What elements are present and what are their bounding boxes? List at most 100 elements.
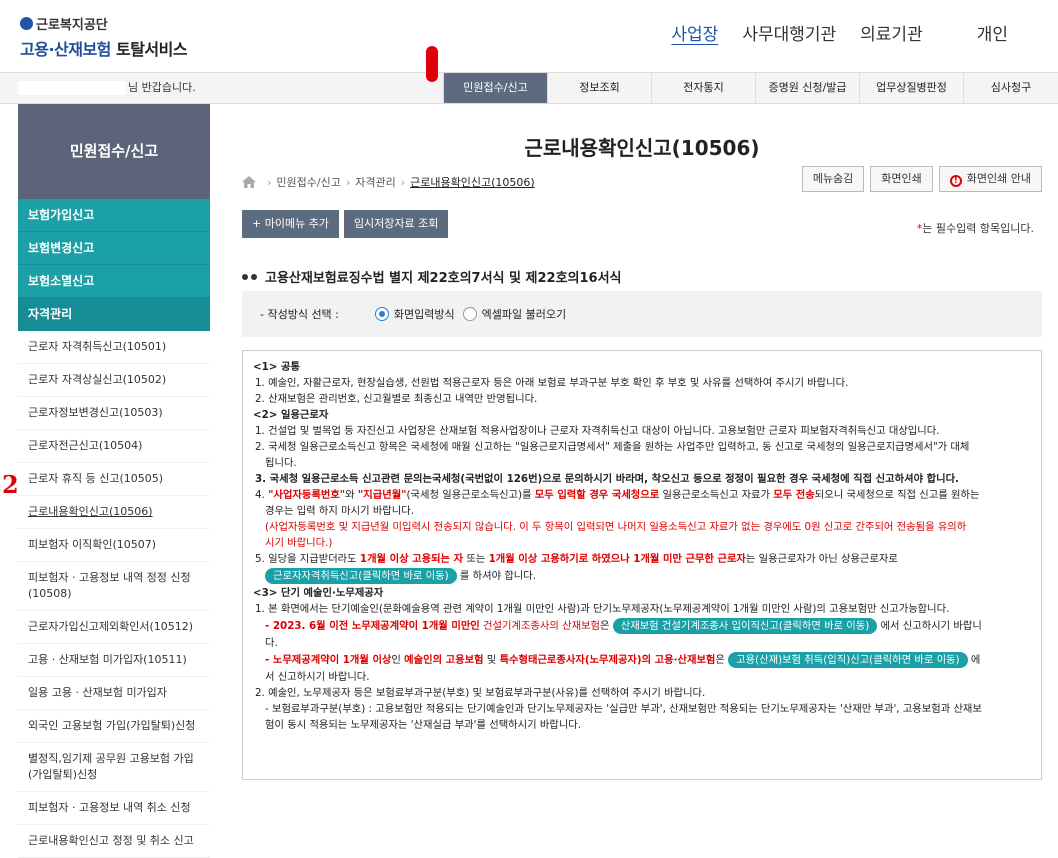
notice-line: 5. 일당을 지급받더라도 1개월 이상 고용되는 자 또는 1개월 이상 고용… [255, 553, 898, 565]
sidebar-subitem[interactable]: 피보험자 · 고용정보 내역 취소 신청 [18, 792, 210, 825]
notice-line: (사업자등록번호 및 지급년월 미입력시 전송되지 않습니다. 이 두 항목이 … [265, 521, 967, 533]
radio-screen-input-label[interactable]: 화면입력방식 [394, 306, 455, 322]
notice-line: 됩니다. [265, 457, 297, 469]
notice-line: 2. 국세청 일용근로소득신고 항목은 국세청에 매월 신고하는 "일용근로지급… [255, 441, 970, 453]
sidebar-subitem[interactable]: 근로자 자격취득신고(10501) [18, 331, 210, 364]
notice-line: 1. 예술인, 자활근로자, 현장실습생, 선원법 적용근로자 등은 아래 보험… [255, 377, 849, 389]
page-title: 근로내용확인신고(10506) [524, 136, 760, 160]
global-nav: 민원접수/신고 정보조회 전자통지 증명원 신청/발급 업무상질병판정 심사청구 [443, 73, 1058, 103]
notice-line: - 노무제공계약이 1개월 이상인 예술인의 고용보험 및 특수형태근로종사자(… [265, 652, 981, 668]
tab-personal[interactable]: 개인 [965, 20, 1020, 45]
notice-line: 서 신고하시기 바랍니다. [265, 671, 370, 683]
print-guide-button[interactable]: ! 화면인쇄 안내 [938, 166, 1042, 192]
sidebar-subitem[interactable]: 근로자전근신고(10504) [18, 430, 210, 463]
welcome-label: 님 반갑습니다. [128, 81, 196, 94]
notice-line: - 2023. 6월 이전 노무제공계약이 1개월 미만인 건설기계조종사의 산… [265, 618, 982, 634]
notice-line: 1. 건설업 및 벌목업 등 자진신고 사업장은 산재보험 적용사업장이나 근로… [255, 425, 940, 437]
sidebar-subitem[interactable]: 근로자정보변경신고(10503) [18, 397, 210, 430]
notice-line: 경우는 입력 하지 마시기 바랍니다. [265, 505, 414, 517]
tab-agency[interactable]: 사무대행기관 [730, 20, 848, 45]
notice-section-title: <1> 공통 [253, 361, 300, 373]
header: 근로복지공단 고용·산재보험 토탈서비스 사업장 사무대행기관 의료기관 개인 [0, 0, 1058, 72]
link-qualification-acquire[interactable]: 근로자자격취득신고(클릭하면 바로 이동) [265, 568, 457, 584]
notice-section-title: <3> 단기 예술인·노무제공자 [253, 587, 384, 599]
tab-business[interactable]: 사업장 [659, 20, 730, 45]
form-title-text: 고용산재보험료징수법 별지 제22호의7서식 및 제22호의16서식 [265, 271, 622, 286]
print-guide-label: 화면인쇄 안내 [966, 172, 1031, 185]
main-content: 근로내용확인신고(10506) › 민원접수/신고 › 자격관리 › 근로내용확… [242, 104, 1042, 780]
radio-excel-import-label[interactable]: 엑셀파일 불러오기 [482, 306, 566, 322]
sidebar: 민원접수/신고 보험가입신고 보험변경신고 보험소멸신고 자격관리 근로자 자격… [18, 104, 210, 858]
sidebar-subitem[interactable]: 근로자가입신고제외확인서(10512) [18, 611, 210, 644]
radio-excel-import[interactable] [462, 307, 477, 321]
action-buttons: + 마이메뉴 추가 임시저장자료 조회 [242, 210, 449, 238]
sidebar-item-qualification[interactable]: 자격관리 [18, 298, 210, 331]
breadcrumb-separator: › [267, 175, 272, 189]
notice-section-title: <2> 일용근로자 [253, 409, 329, 421]
gnb-item-certificate[interactable]: 증명원 신청/발급 [755, 73, 859, 103]
logo-mark-icon [20, 17, 33, 30]
breadcrumb: › 민원접수/신고 › 자격관리 › 근로내용확인신고(10506) [242, 174, 535, 190]
notice-line: 1. 본 화면에서는 단기예술인(문화예술용역 관련 계약이 1개월 미만인 사… [255, 603, 950, 615]
breadcrumb-item[interactable]: 민원접수/신고 [276, 174, 340, 190]
tab-medical[interactable]: 의료기관 [848, 20, 935, 45]
breadcrumb-separator: › [345, 175, 351, 189]
sidebar-subitem[interactable]: 일용 고용 · 산재보험 미가입자 [18, 677, 210, 710]
notice-line: 4. "사업자등록번호"와 "지급년월"(국세청 일용근로소득신고)를 모두 입… [255, 489, 980, 501]
gnb-item-disease[interactable]: 업무상질병판정 [859, 73, 963, 103]
sidebar-subitem[interactable]: 피보험자 · 고용정보 내역 정정 신청(10508) [18, 562, 210, 611]
bullet-icon [251, 273, 257, 280]
gnb-item-complaint[interactable]: 민원접수/신고 [443, 73, 547, 103]
sidebar-subitem[interactable]: 외국인 고용보험 가입(가입탈퇴)신청 [18, 710, 210, 743]
notice-box: <1> 공통 1. 예술인, 자활근로자, 현장실습생, 선원법 적용근로자 등… [242, 350, 1042, 780]
sidebar-subitem[interactable]: 근로자 자격상실신고(10502) [18, 364, 210, 397]
sidebar-subitem[interactable]: 피보험자 이직확인(10507) [18, 529, 210, 562]
link-construction-machine[interactable]: 산재보험 건설기계조종사 입이직신고(클릭하면 바로 이동) [612, 618, 878, 634]
notice-line: 2. 예술인, 노무제공자 등은 보험료부과구분(부호) 및 보험료부과구분(사… [255, 687, 706, 699]
sidebar-item-insurance-end[interactable]: 보험소멸신고 [18, 265, 210, 298]
gnb-item-notice[interactable]: 전자통지 [651, 73, 755, 103]
notice-line: 다. [265, 637, 278, 649]
hide-menu-button[interactable]: 메뉴숨김 [801, 166, 865, 192]
sidebar-subitem[interactable]: 근로자 휴직 등 신고(10505) [18, 463, 210, 496]
home-icon[interactable] [242, 176, 256, 188]
notice-line: 3. 국세청 일용근로소득 신고관련 문의는국세청(국번없이 126번)으로 문… [255, 473, 959, 485]
link-insurance-acquire[interactable]: 고용(산재)보험 취득(입직)신고(클릭하면 바로 이동) [728, 652, 968, 668]
logo[interactable]: 근로복지공단 고용·산재보험 토탈서비스 [20, 14, 188, 60]
sidebar-item-insurance-change[interactable]: 보험변경신고 [18, 232, 210, 265]
top-nav-bar: 님 반갑습니다. 민원접수/신고 정보조회 전자통지 증명원 신청/발급 업무상… [0, 72, 1058, 104]
welcome-text: 님 반갑습니다. [18, 73, 196, 103]
temp-save-lookup-button[interactable]: 임시저장자료 조회 [343, 210, 449, 238]
breadcrumb-separator: › [400, 175, 406, 189]
form-title: 고용산재보험료징수법 별지 제22호의7서식 및 제22호의16서식 [242, 267, 622, 286]
radio-screen-input[interactable] [374, 307, 389, 321]
user-type-tabs: 사업장 사무대행기관 의료기관 개인 [659, 20, 1058, 45]
notice-line: 근로자자격취득신고(클릭하면 바로 이동) 를 하셔야 합니다. [253, 567, 1031, 585]
gnb-item-info[interactable]: 정보조회 [547, 73, 651, 103]
gnb-item-review[interactable]: 심사청구 [963, 73, 1058, 103]
redacted-name [18, 81, 126, 95]
sidebar-sublist: 근로자 자격취득신고(10501) 근로자 자격상실신고(10502) 근로자정… [18, 331, 210, 858]
notice-line: 시기 바랍니다.) [265, 537, 333, 549]
notice-line: 2. 산재보험은 관리번호, 신고월별로 최종신고 내역만 반영됩니다. [255, 393, 538, 405]
sidebar-title: 민원접수/신고 [18, 104, 210, 199]
notice-line: 험이 동시 적용되는 노무제공자는 '산재실급 부과'를 선택하시기 바랍니다. [265, 719, 582, 731]
notice-line: - 보험료부과구분(부호) : 고용보험만 적용되는 단기예술인과 단기노무제공… [265, 703, 982, 715]
logo-service-a: 고용·산재보험 [20, 40, 116, 59]
page-tools: 메뉴숨김 화면인쇄 ! 화면인쇄 안내 [801, 166, 1042, 192]
method-label: - 작성방식 선택 : [260, 308, 339, 321]
add-my-menu-button[interactable]: + 마이메뉴 추가 [242, 210, 339, 238]
required-note: *는 필수입력 항목입니다. [917, 220, 1034, 236]
input-method-selector: - 작성방식 선택 : 화면입력방식 엑셀파일 불러오기 [242, 291, 1042, 337]
bullet-icon [242, 273, 248, 280]
breadcrumb-current[interactable]: 근로내용확인신고(10506) [410, 174, 535, 190]
red-annotation-mark [426, 46, 438, 82]
print-button[interactable]: 화면인쇄 [870, 166, 933, 192]
sidebar-subitem[interactable]: 고용 · 산재보험 미가입자(10511) [18, 644, 210, 677]
required-note-text: 는 필수입력 항목입니다. [922, 222, 1034, 235]
sidebar-item-insurance-join[interactable]: 보험가입신고 [18, 199, 210, 232]
sidebar-subitem[interactable]: 근로내용확인신고 정정 및 취소 신고 [18, 825, 210, 858]
alert-icon: ! [949, 175, 962, 187]
breadcrumb-item[interactable]: 자격관리 [355, 174, 395, 190]
sidebar-subitem-current[interactable]: 근로내용확인신고(10506) [18, 496, 210, 529]
